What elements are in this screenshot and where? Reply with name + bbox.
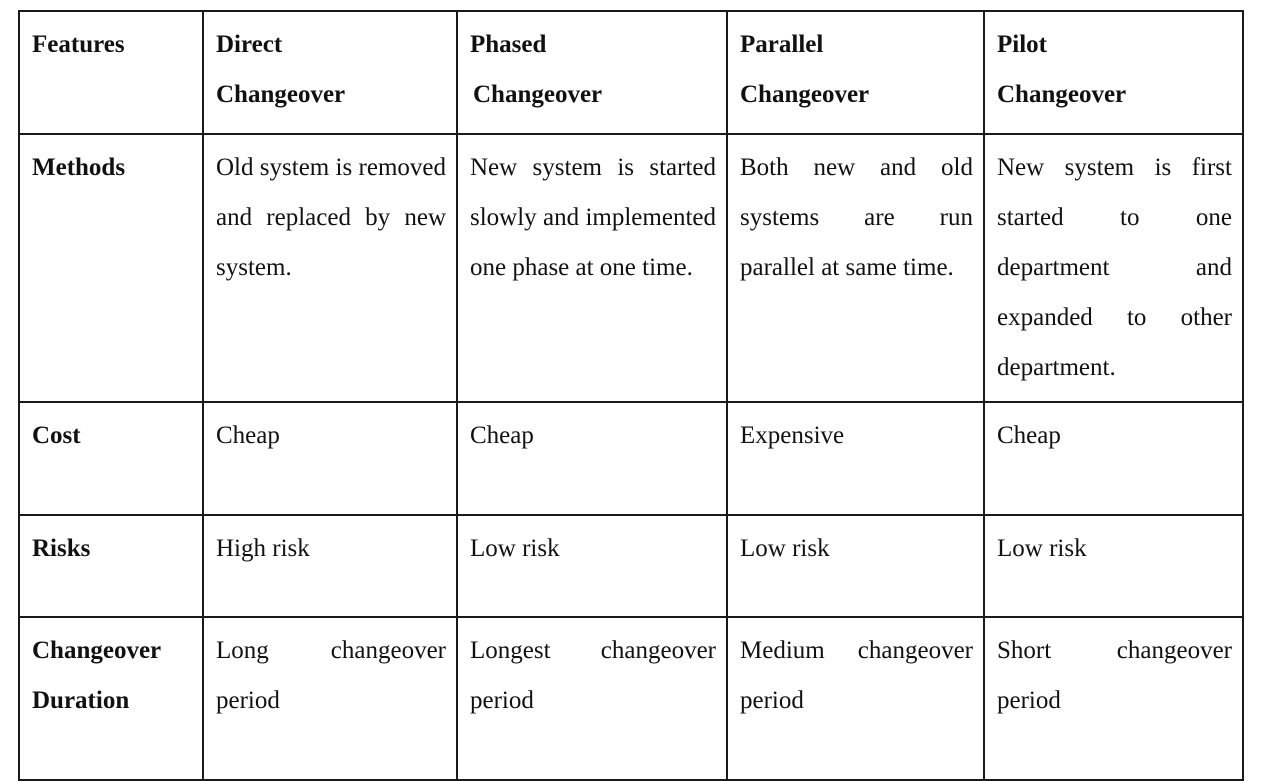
cell-risks-pilot: Low risk [983, 514, 1244, 618]
table-header-row: Features Direct Changeover Phased Change… [18, 10, 1244, 135]
cell-methods-direct: Old system is removed and replaced by ne… [202, 133, 458, 403]
row-label-cost: Cost [18, 401, 204, 516]
column-header-direct-changeover: Direct Changeover [202, 10, 458, 135]
row-label-changeover-duration: Changeover Duration [18, 616, 204, 781]
row-label-duration-line2: Duration [32, 687, 130, 714]
column-header-pilot-line2: Changeover [997, 81, 1127, 108]
cell-cost-direct: Cheap [202, 401, 458, 516]
row-label-methods: Methods [18, 133, 204, 403]
column-header-features-line1: Features [32, 31, 125, 58]
cell-risks-phased: Low risk [456, 514, 728, 618]
column-header-pilot-line1: Pilot [997, 31, 1047, 58]
row-label-methods-line1: Methods [32, 154, 126, 181]
cell-duration-parallel: Medium changeover period [726, 616, 985, 781]
cell-duration-pilot: Short changeover period [983, 616, 1244, 781]
table-row: Changeover Duration Long changeover peri… [18, 616, 1244, 781]
column-header-phased-line2: Changeover [473, 81, 603, 108]
column-header-parallel-line1: Parallel [740, 31, 824, 58]
column-header-direct-line2: Changeover [216, 81, 346, 108]
column-header-parallel-changeover: Parallel Changeover [726, 10, 985, 135]
cell-risks-parallel: Low risk [726, 514, 985, 618]
cell-methods-parallel: Both new and old systems are run paralle… [726, 133, 985, 403]
comparison-table-container: Features Direct Changeover Phased Change… [18, 10, 1244, 781]
row-label-risks: Risks [18, 514, 204, 618]
table-row: Methods Old system is removed and replac… [18, 133, 1244, 403]
column-header-parallel-line2: Changeover [740, 81, 870, 108]
column-header-features: Features [18, 10, 204, 135]
row-label-risks-line1: Risks [32, 535, 91, 562]
row-label-duration-line1: Changeover [32, 637, 162, 664]
cell-cost-phased: Cheap [456, 401, 728, 516]
column-header-phased-changeover: Phased Changeover [456, 10, 728, 135]
table-row: Risks High risk Low risk Low risk Low ri… [18, 514, 1244, 618]
cell-cost-pilot: Cheap [983, 401, 1244, 516]
cell-duration-direct: Long changeover period [202, 616, 458, 781]
cell-cost-parallel: Expensive [726, 401, 985, 516]
column-header-direct-line1: Direct [216, 31, 283, 58]
cell-methods-pilot: New system is first started to one depar… [983, 133, 1244, 403]
cell-risks-direct: High risk [202, 514, 458, 618]
column-header-phased-line1: Phased [470, 31, 547, 58]
column-header-pilot-changeover: Pilot Changeover [983, 10, 1244, 135]
changeover-comparison-table: Features Direct Changeover Phased Change… [18, 10, 1244, 781]
table-row: Cost Cheap Cheap Expensive Cheap [18, 401, 1244, 516]
cell-methods-phased: New system is started slowly and impleme… [456, 133, 728, 403]
cell-duration-phased: Longest changeover period [456, 616, 728, 781]
row-label-cost-line1: Cost [32, 422, 81, 449]
page-root: Features Direct Changeover Phased Change… [0, 0, 1262, 781]
